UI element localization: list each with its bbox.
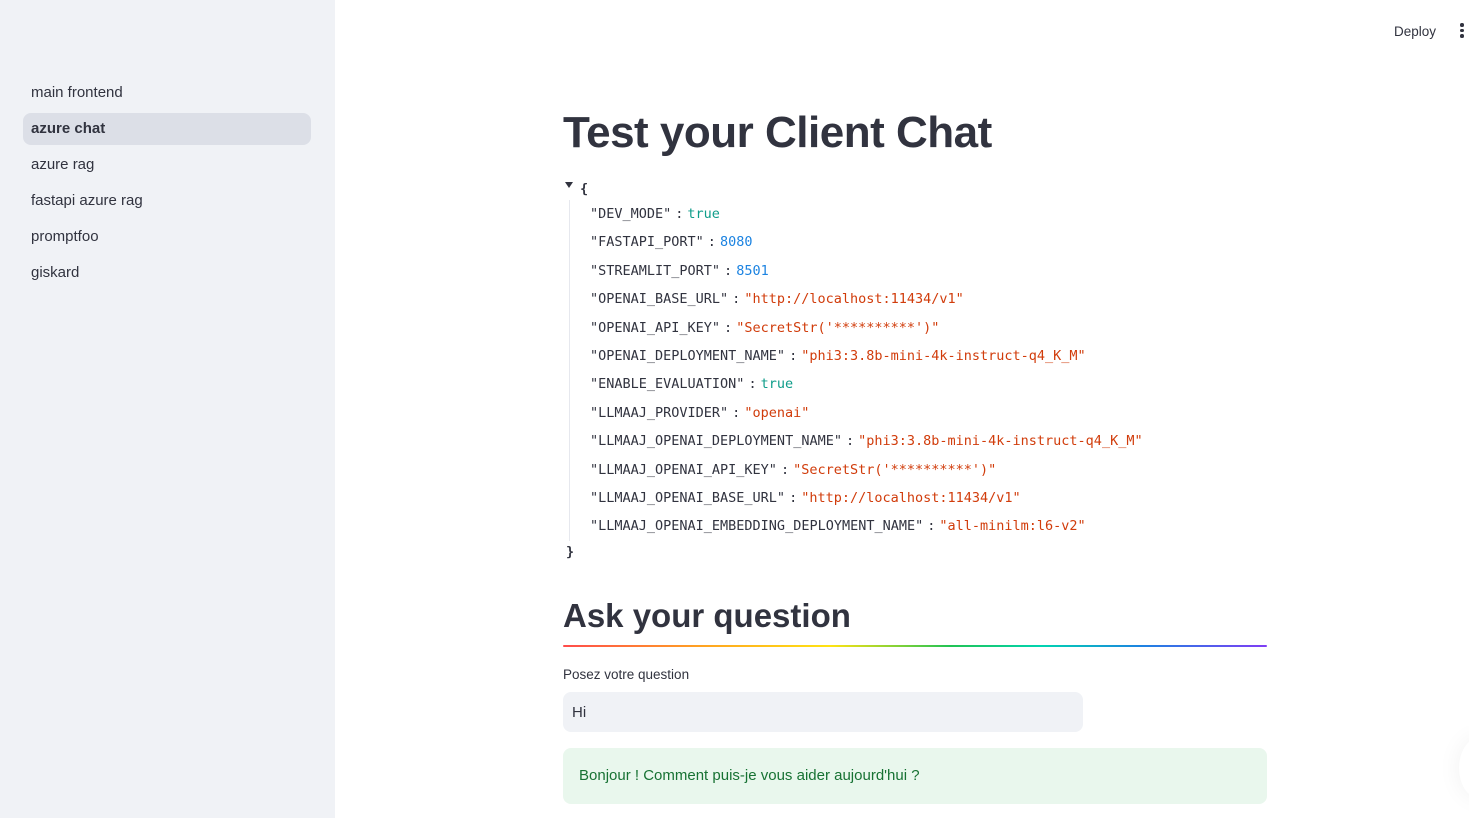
json-value: "SecretStr('**********')" [736, 319, 940, 336]
json-key: "OPENAI_API_KEY" [590, 319, 721, 336]
json-value: "SecretStr('**********')" [793, 461, 997, 478]
json-open-brace: { [580, 181, 589, 197]
json-value: "http://localhost:11434/v1" [801, 489, 1021, 506]
json-key: "LLMAAJ_OPENAI_API_KEY" [590, 461, 777, 478]
json-row: "OPENAI_DEPLOYMENT_NAME": "phi3:3.8b-mini… [590, 347, 1086, 364]
json-value: true [687, 206, 720, 222]
json-row: "STREAMLIT_PORT":8501 [590, 262, 769, 279]
sidebar-item-fastapi-azure-rag[interactable]: fastapi azure rag [23, 185, 311, 217]
deploy-button[interactable]: Deploy [1386, 21, 1444, 43]
json-value: 8080 [719, 234, 753, 251]
sidebar-item-giskard[interactable]: giskard [23, 257, 311, 289]
json-value: "openai" [744, 404, 810, 421]
sidebar-item-main-frontend[interactable]: main frontend [23, 77, 311, 109]
json-value: true [760, 376, 794, 393]
json-value: "http://localhost:11434/v1" [744, 291, 964, 308]
json-key: "LLMAAJ_OPENAI_DEPLOYMENT_NAME" [590, 433, 842, 450]
page-title: Test your Client Chat [563, 108, 992, 157]
json-key: "STREAMLIT_PORT" [590, 262, 721, 279]
json-row: "LLMAAJ_PROVIDER": "openai" [590, 404, 810, 421]
json-value: "phi3:3.8b-mini-4k-instruct-q4_K_M" [801, 347, 1086, 364]
rainbow-divider [563, 645, 1267, 647]
json-value: 8501 [736, 262, 769, 279]
vertical-dots-icon[interactable] [1458, 23, 1466, 39]
json-row: "LLMAAJ_OPENAI_BASE_URL": "http://localho… [590, 489, 1021, 506]
json-row: "OPENAI_API_KEY": "SecretStr('**********'… [590, 319, 940, 336]
question-input[interactable] [563, 692, 1083, 732]
section-subheader: Ask your question [563, 597, 851, 634]
json-row: "FASTAPI_PORT":8080 [590, 234, 753, 251]
json-key: "LLMAAJ_OPENAI_BASE_URL" [590, 489, 786, 506]
sidebar-nav: main frontend azure chat azure rag fasta… [23, 77, 311, 293]
json-row: "OPENAI_BASE_URL": "http://localhost:1143… [590, 291, 964, 308]
sidebar-item-azure-chat[interactable]: azure chat [23, 113, 311, 145]
json-row: "DEV_MODE": true [590, 206, 720, 222]
json-close-brace: } [566, 544, 575, 560]
question-input-label: Posez votre question [563, 667, 690, 682]
collapse-caret-icon[interactable] [565, 182, 573, 188]
json-key: "OPENAI_BASE_URL" [590, 291, 729, 308]
response-success-box: Bonjour ! Comment puis-je vous aider auj… [563, 748, 1267, 804]
app-root: main frontend azure chat azure rag fasta… [0, 0, 1469, 818]
json-row: "LLMAAJ_OPENAI_EMBEDDING_DEPLOYMENT_NAME… [590, 518, 1086, 535]
sidebar: main frontend azure chat azure rag fasta… [0, 0, 335, 818]
json-value: "phi3:3.8b-mini-4k-instruct-q4_K_M" [858, 433, 1143, 450]
json-rows: "DEV_MODE": true "FASTAPI_PORT":8080 "STR… [569, 200, 1270, 541]
floating-widget-edge [1459, 738, 1469, 798]
json-row: "LLMAAJ_OPENAI_DEPLOYMENT_NAME": "phi3:3.… [590, 433, 1143, 450]
json-open-line: { [563, 180, 588, 198]
json-key: "DEV_MODE" [590, 206, 672, 222]
json-key: "LLMAAJ_OPENAI_EMBEDDING_DEPLOYMENT_NAME… [590, 518, 924, 535]
json-key: "FASTAPI_PORT" [590, 234, 704, 251]
sidebar-item-promptfoo[interactable]: promptfoo [23, 221, 311, 253]
json-row: "ENABLE_EVALUATION": true [590, 376, 794, 393]
json-key: "ENABLE_EVALUATION" [590, 376, 745, 393]
sidebar-item-azure-rag[interactable]: azure rag [23, 149, 311, 181]
json-row: "LLMAAJ_OPENAI_API_KEY": "SecretStr('****… [590, 461, 997, 478]
json-value: "all-minilm:l6-v2" [939, 518, 1086, 535]
json-key: "LLMAAJ_PROVIDER" [590, 404, 729, 421]
json-key: "OPENAI_DEPLOYMENT_NAME" [590, 347, 786, 364]
